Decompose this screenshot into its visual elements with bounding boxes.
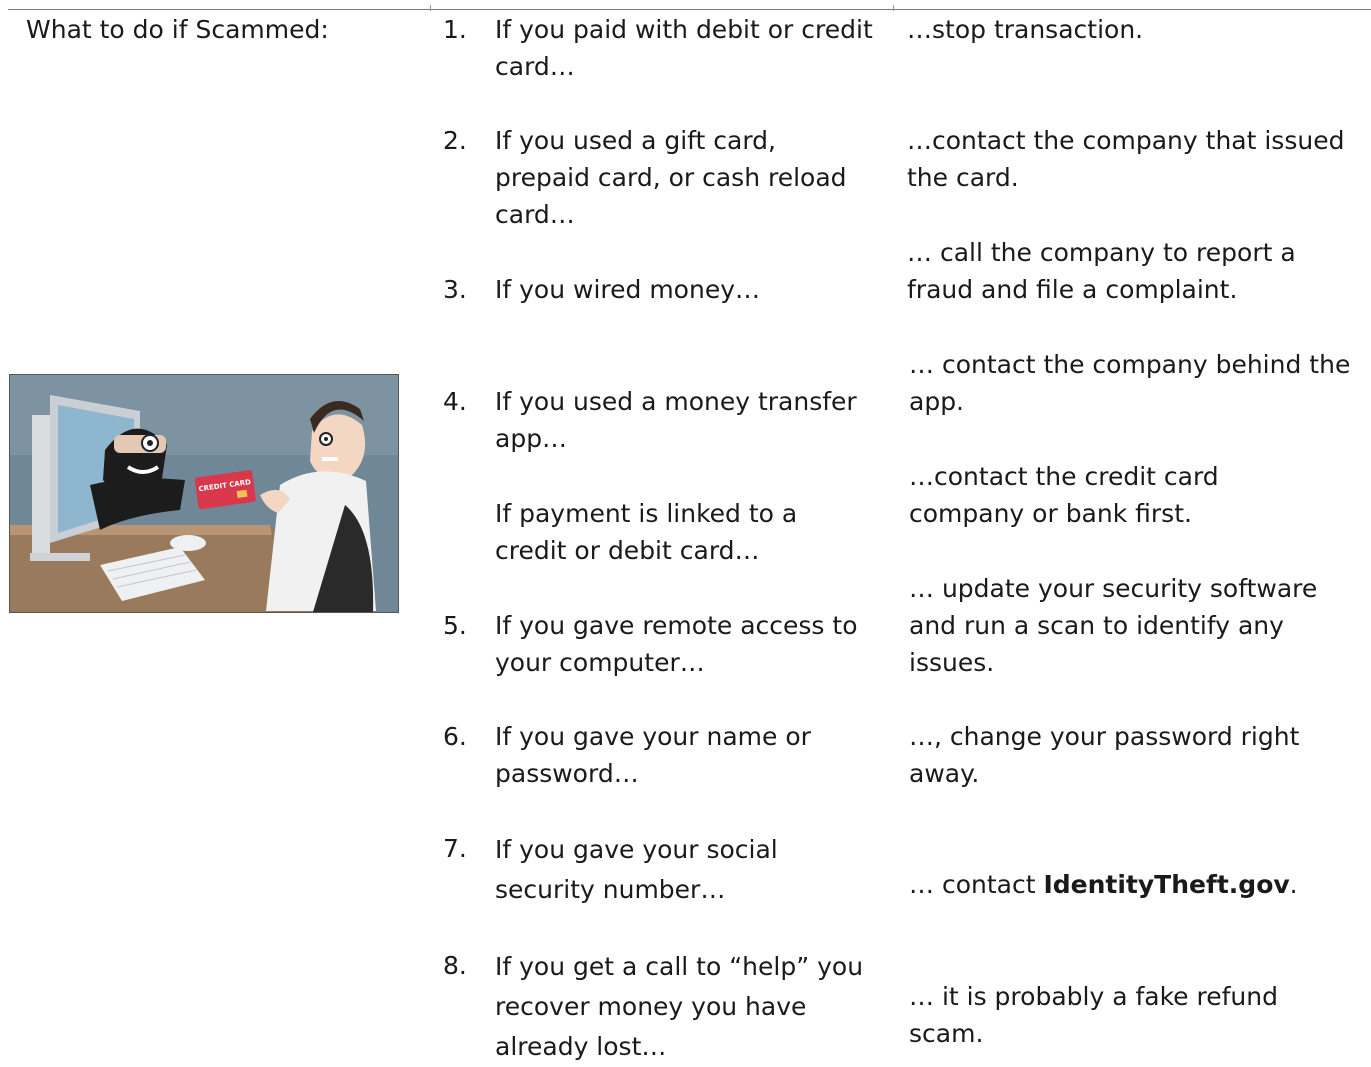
item-question: If you wired money… [495, 275, 760, 304]
item-question: If you gave remote access to your comput… [495, 611, 858, 677]
scammer-illustration-image: CREDIT CARD [10, 375, 398, 612]
item-answer: … call the company to report a fraud and… [907, 238, 1296, 304]
item-number: 7. [443, 834, 467, 863]
item-answer: … it is probably a fake refund scam. [909, 982, 1278, 1048]
item-number: 8. [443, 951, 467, 980]
item-number: 3. [443, 275, 467, 304]
item-answer: …stop transaction. [907, 15, 1144, 44]
item-question: If you paid with debit or credit card… [495, 15, 873, 81]
item-answer: …contact the company that issued the car… [907, 126, 1345, 192]
item-answer: … contact the company behind the app. [909, 350, 1351, 416]
column-divider-tick [430, 5, 431, 11]
page-heading: What to do if Scammed: [26, 15, 329, 44]
item-number: 1. [443, 15, 467, 44]
item-number: 4. [443, 387, 467, 416]
scammer-illustration: CREDIT CARD [9, 374, 399, 613]
item-question: If payment is linked to a credit or debi… [495, 499, 798, 565]
item-answer: … contact IdentityTheft.gov. [909, 866, 1354, 903]
item-answer-prefix: … contact [909, 870, 1044, 899]
identitytheft-link: IdentityTheft.gov [1043, 870, 1290, 899]
item-question: If you gave your social security number… [495, 835, 778, 904]
item-question: If you used a money transfer app… [495, 387, 857, 453]
table-top-rule [8, 9, 1371, 10]
column-divider-tick [893, 5, 894, 11]
item-number: 5. [443, 611, 467, 640]
item-answer: …, change your password right away. [909, 722, 1300, 788]
item-answer: … update your security software and run … [909, 574, 1318, 677]
item-answer-suffix: . [1289, 870, 1298, 899]
item-question: If you used a gift card, prepaid card, o… [495, 126, 847, 229]
item-question: If you gave your name or password… [495, 722, 811, 788]
item-number: 2. [443, 126, 467, 155]
item-question: If you get a call to “help” you recover … [495, 952, 864, 1061]
item-number: 6. [443, 722, 467, 751]
item-answer: …contact the credit card company or bank… [909, 462, 1219, 528]
